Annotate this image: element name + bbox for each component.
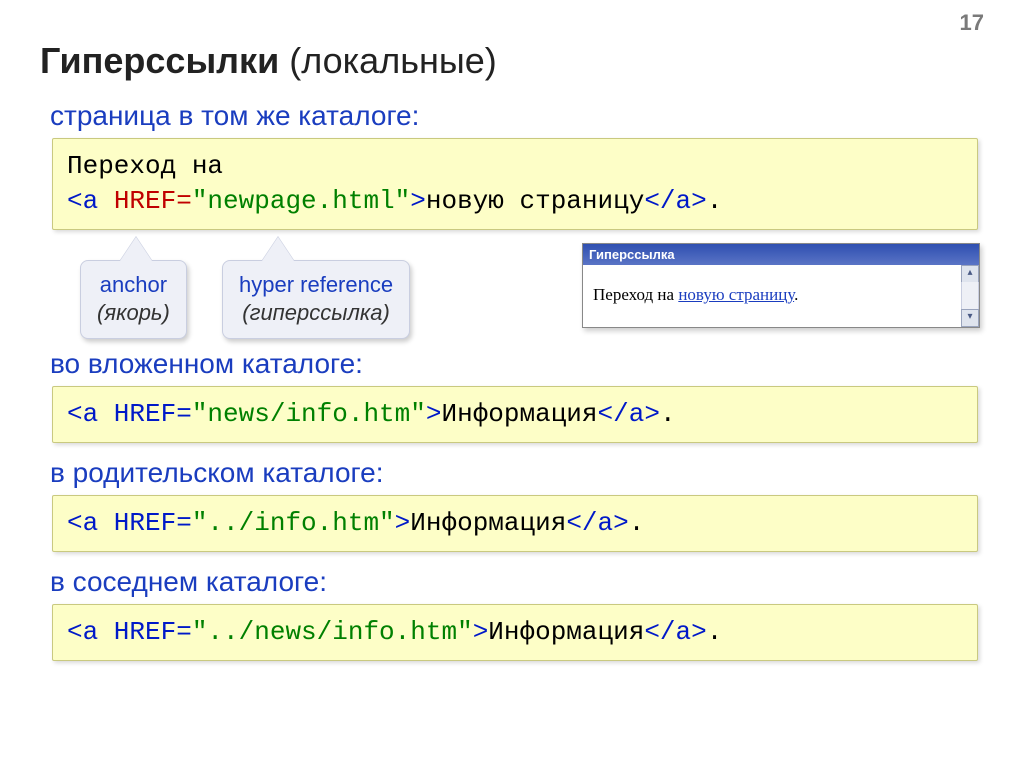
- code-dot: .: [629, 508, 645, 538]
- browser-text-prefix: Переход на: [593, 285, 678, 304]
- code-gt: >: [410, 186, 426, 216]
- callout-href: hyper reference (гиперссылка): [222, 260, 410, 339]
- code-dot: .: [707, 617, 723, 647]
- code-tag: <a HREF=: [67, 617, 192, 647]
- callout-href-term: hyper reference: [239, 271, 393, 299]
- code-inner-text: новую страницу: [426, 186, 644, 216]
- code-value: "../info.htm": [192, 508, 395, 538]
- code-value: "../news/info.htm": [192, 617, 473, 647]
- code-tag-close: </a>: [598, 399, 660, 429]
- code-tag-close: </a>: [644, 617, 706, 647]
- callout-anchor-term: anchor: [97, 271, 170, 299]
- code-inner-text: Информация: [410, 508, 566, 538]
- code-tag-open: <a: [67, 186, 114, 216]
- scroll-up-icon[interactable]: ▴: [961, 265, 979, 283]
- callout-anchor: anchor (якорь): [80, 260, 187, 339]
- browser-text-suffix: .: [794, 285, 798, 304]
- code-attr: HREF=: [114, 186, 192, 216]
- code-example-3: <a HREF="../info.htm">Информация</a>.: [52, 495, 978, 552]
- code-tag-close: </a>: [566, 508, 628, 538]
- code-value: "newpage.html": [192, 186, 410, 216]
- scroll-down-icon[interactable]: ▾: [961, 309, 979, 327]
- code-example-4: <a HREF="../news/info.htm">Информация</a…: [52, 604, 978, 661]
- code-dot: .: [707, 186, 723, 216]
- callout-href-trans: (гиперссылка): [239, 299, 393, 327]
- code-dot: .: [660, 399, 676, 429]
- title-rest: (локальные): [279, 40, 497, 81]
- browser-hyperlink[interactable]: новую страницу: [678, 285, 794, 304]
- code-gt: >: [426, 399, 442, 429]
- code-inner-text: Информация: [441, 399, 597, 429]
- code-gt: >: [473, 617, 489, 647]
- slide-content: Гиперссылки (локальные) страница в том ж…: [0, 0, 1024, 661]
- browser-titlebar: Гиперссылка: [583, 244, 979, 265]
- code-inner-text: Информация: [488, 617, 644, 647]
- section-subdir: во вложенном каталоге:: [50, 348, 984, 380]
- page-number: 17: [960, 10, 984, 36]
- section-sibling-dir: в соседнем каталоге:: [50, 566, 984, 598]
- callout-anchor-trans: (якорь): [97, 299, 170, 327]
- code-example-2: <a HREF="news/info.htm">Информация</a>.: [52, 386, 978, 443]
- callouts-row: anchor (якорь) hyper reference (гиперссы…: [52, 230, 984, 340]
- code-example-1: Переход на <a HREF="newpage.html">новую …: [52, 138, 978, 230]
- code-gt: >: [395, 508, 411, 538]
- scroll-track[interactable]: [961, 282, 979, 310]
- code-tag: <a HREF=: [67, 399, 192, 429]
- code-tag-close: </a>: [644, 186, 706, 216]
- code-tag: <a HREF=: [67, 508, 192, 538]
- slide-title: Гиперссылки (локальные): [40, 40, 984, 82]
- browser-body: ▴ ▾ Переход на новую страницу.: [583, 265, 979, 327]
- section-same-dir: страница в том же каталоге:: [50, 100, 984, 132]
- title-bold: Гиперссылки: [40, 40, 279, 81]
- section-parent-dir: в родительском каталоге:: [50, 457, 984, 489]
- code-text: Переход на: [67, 151, 223, 181]
- browser-preview: Гиперссылка ▴ ▾ Переход на новую страниц…: [582, 243, 980, 328]
- code-value: "news/info.htm": [192, 399, 426, 429]
